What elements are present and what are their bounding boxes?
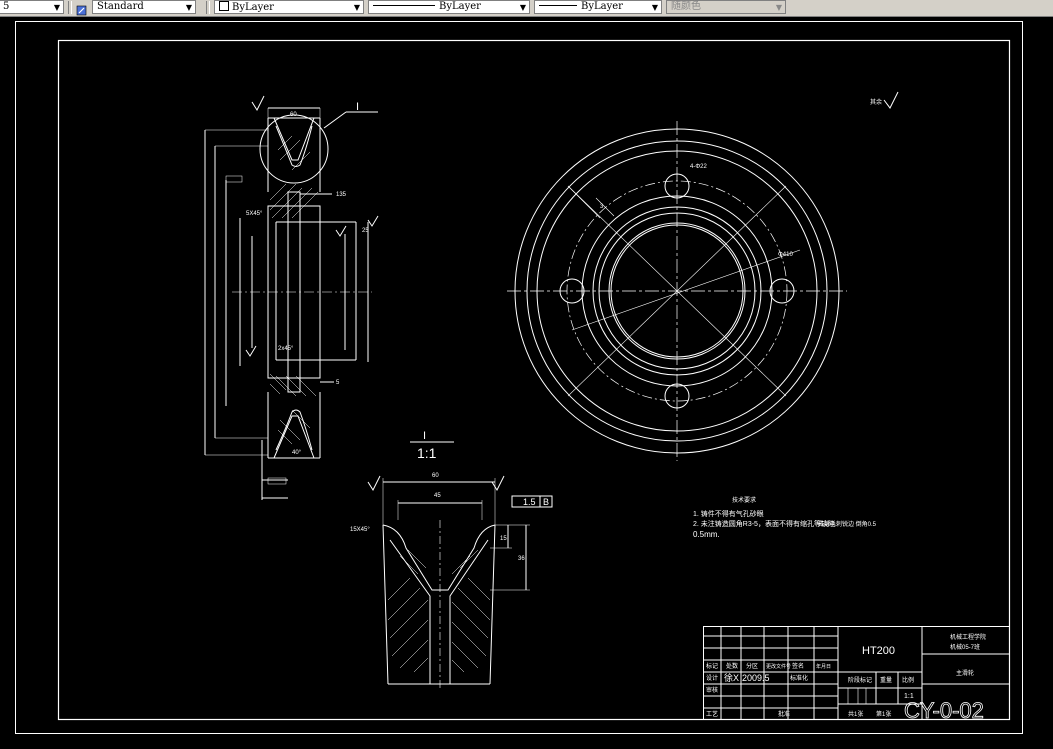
sheet-number: 第1张 [876, 710, 891, 718]
sheet-inner-border [57, 39, 1011, 721]
text-style-icon[interactable] [76, 1, 88, 16]
stage-label: 阶段标记 [848, 676, 872, 684]
dim-chamfer-2x45: 2x45° [278, 346, 294, 352]
color-swatch-icon [219, 1, 229, 11]
chevron-down-icon[interactable]: ▼ [54, 2, 60, 14]
drawing-number: CY-0-02 [904, 698, 984, 723]
class-name: 机械05-7班 [950, 643, 980, 651]
color-combo[interactable]: ByLayer ▼ [214, 0, 364, 14]
text-style-value: Standard [97, 1, 144, 12]
scale-label: 比例 [902, 676, 914, 684]
dim-detail-15: 15 [500, 536, 507, 542]
notes-title: 技术要求 [732, 496, 756, 504]
chevron-down-icon[interactable]: ▼ [186, 2, 192, 14]
color-value: ByLayer [232, 2, 274, 13]
note-3: 0.5mm. [693, 530, 720, 539]
process-label: 工艺 [706, 710, 718, 718]
zone-label: 分区 [746, 662, 758, 670]
mark-label: 标记 [706, 662, 718, 670]
toolbar-separator [206, 1, 210, 14]
dim-detail-36: 36 [518, 556, 525, 562]
text-style-combo[interactable]: Standard ▼ [92, 0, 196, 14]
school-name: 机械工程学院 [950, 633, 986, 641]
dim-5: 5 [336, 380, 340, 386]
roughness-symbol [883, 91, 899, 109]
dim-detail-tolerance: 1.5 [523, 497, 536, 507]
material: HT200 [862, 645, 895, 657]
title-block-text: HT200 机械工程学院 机械05-7班 主滑轮 标记 处数 分区 更改文件号 … [706, 633, 986, 723]
note-right: 去除毛刺锐边 倒角0.5 [818, 520, 877, 528]
sign-label: 签名 [792, 662, 804, 670]
note-2: 2. 未注铸造圆角R3-5，表面不得有缩孔等缺陷 [693, 519, 835, 528]
detail-scale: 1:1 [417, 445, 437, 461]
detail-label: I [423, 430, 426, 442]
part-name: 主滑轮 [956, 669, 974, 677]
designer-label: 设计 [706, 674, 718, 682]
lineweight-preview [539, 5, 577, 6]
count-label: 处数 [726, 662, 738, 670]
dim-135: 135 [336, 192, 347, 198]
dim-detail-chamfer: 15X45° [350, 527, 370, 533]
checker-label: 审核 [706, 686, 718, 694]
doc-label: 更改文件号 [766, 663, 791, 670]
detail-view-labels: 60 45 15X45° 1.5 B 15 36 [350, 473, 549, 562]
lineweight-value: ByLayer [581, 1, 623, 12]
dim-detail-60: 60 [432, 473, 439, 479]
approve-label: 批准 [778, 710, 790, 718]
dim-25: 25 [362, 228, 369, 234]
roughness-label: 其余 [870, 98, 882, 106]
designer-name: 徐X [724, 672, 739, 683]
drawing-canvas[interactable]: 60 135 25 5 5X45° 2x45° 40° I I 1:1 60 4… [0, 16, 1053, 745]
chevron-down-icon[interactable]: ▼ [776, 2, 782, 14]
layer-value: 5 [3, 1, 10, 12]
linetype-preview [373, 5, 435, 6]
dim-angle-40: 40° [292, 450, 302, 456]
dim-hole-dia: 4-Φ22 [690, 164, 707, 170]
linetype-combo[interactable]: ByLayer ▼ [368, 0, 530, 14]
chevron-down-icon[interactable]: ▼ [520, 2, 526, 14]
detail-callout-label: I [356, 101, 359, 113]
weight-label: 重量 [880, 676, 892, 684]
dim-chamfer-5x45: 5X45° [246, 211, 263, 217]
dim-detail-datum: B [543, 497, 549, 507]
note-1: 1. 铸件不得有气孔砂眼 [693, 509, 764, 518]
lineweight-combo[interactable]: ByLayer ▼ [534, 0, 662, 14]
dim-pcd: Φ410 [778, 252, 793, 258]
technical-notes: 技术要求 1. 铸件不得有气孔砂眼 2. 未注铸造圆角R3-5，表面不得有缩孔等… [693, 496, 877, 539]
ymd-label: 年月日 [816, 663, 831, 670]
plot-style-value: 随颜色 [671, 1, 701, 12]
plot-style-combo[interactable]: 随颜色 ▼ [666, 0, 786, 14]
front-view-dims: 4-Φ22 Φ410 3 [600, 164, 793, 258]
toolbar-separator [68, 1, 72, 14]
properties-toolbar: 5 ▼ Standard ▼ ByLayer ▼ ByLayer ▼ ByLay… [0, 0, 1053, 17]
dim-top-60: 60 [290, 112, 297, 118]
dim-detail-45: 45 [434, 493, 441, 499]
cad-drawing[interactable]: 60 135 25 5 5X45° 2x45° 40° I I 1:1 60 4… [0, 16, 1053, 745]
std-label: 标准化 [790, 674, 808, 682]
layer-combo[interactable]: 5 ▼ [0, 0, 64, 14]
front-view [507, 121, 847, 461]
sheet-total: 共1张 [848, 710, 863, 718]
detail-view [367, 475, 553, 690]
detail-view-header: I 1:1 [410, 430, 454, 461]
section-view [204, 95, 379, 500]
design-date: 2009.5 [742, 673, 770, 683]
chevron-down-icon[interactable]: ▼ [354, 2, 360, 14]
chevron-down-icon[interactable]: ▼ [652, 2, 658, 14]
linetype-value: ByLayer [439, 1, 481, 12]
